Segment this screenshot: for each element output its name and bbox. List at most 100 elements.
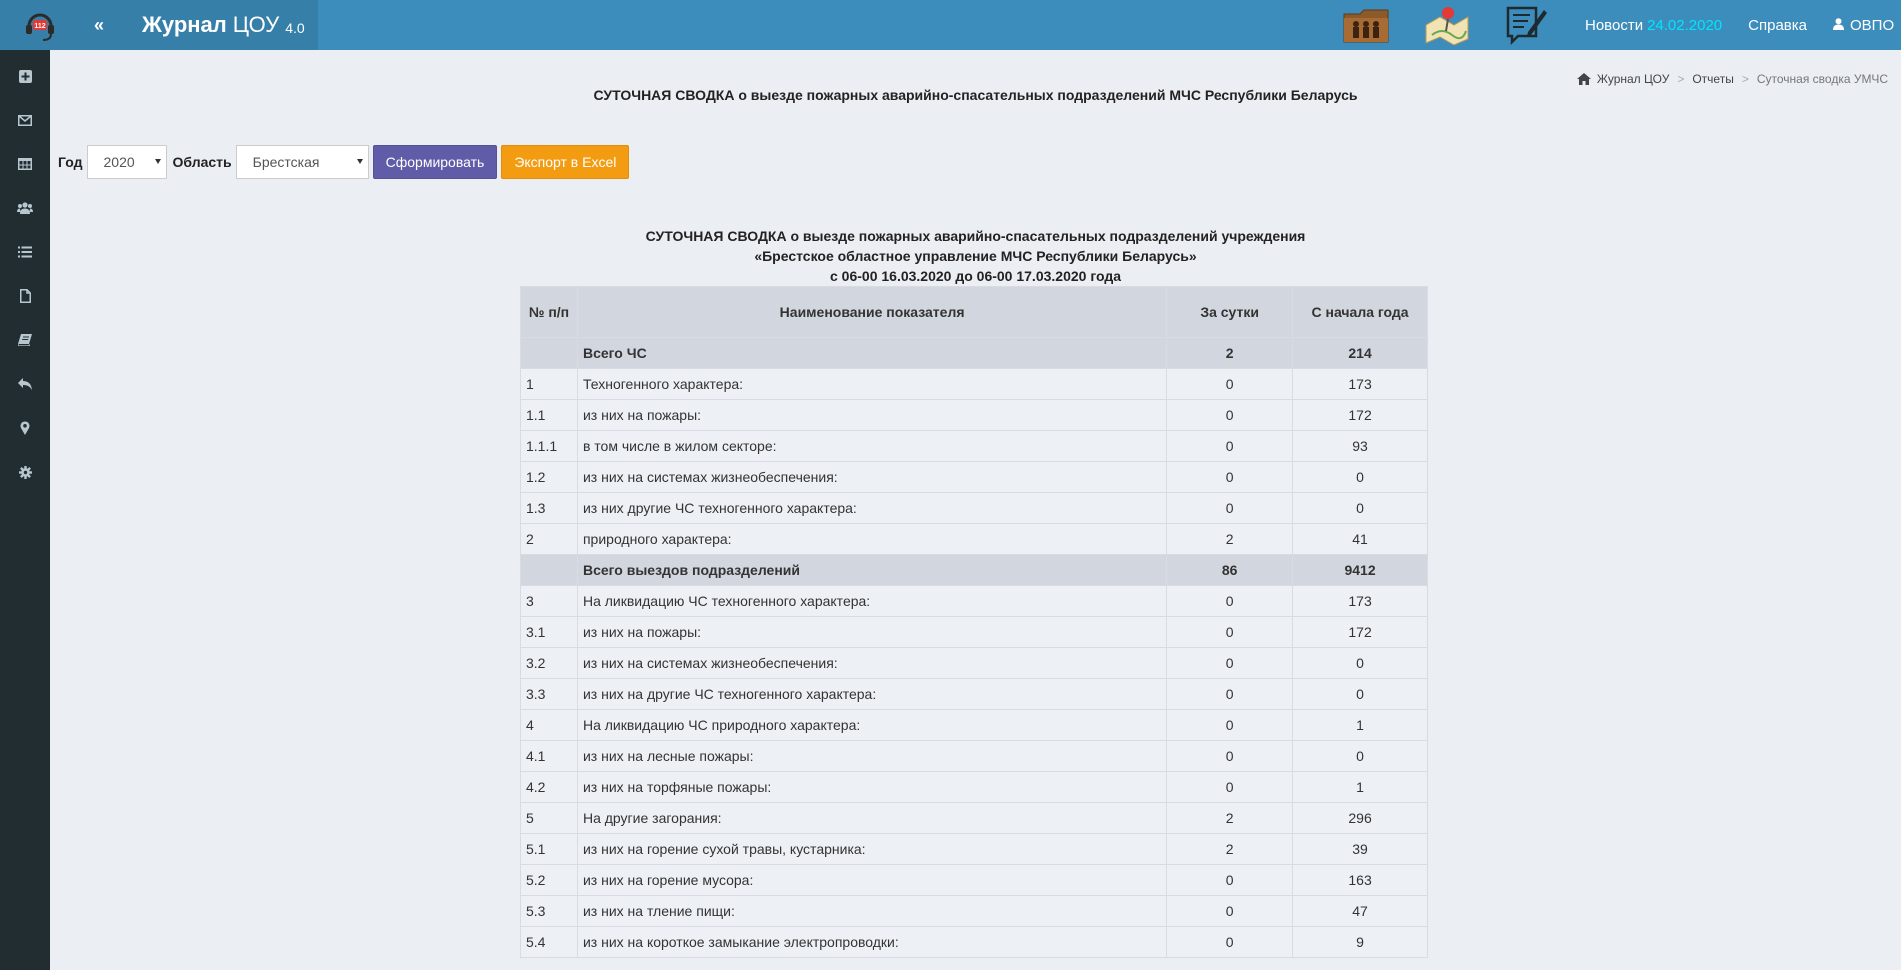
cell-name: из них на системах жизнеобеспечения: xyxy=(576,461,1168,493)
cell-name: На ликвидацию ЧС техногенного характера: xyxy=(576,585,1168,617)
col-header-year: С начала года xyxy=(1292,286,1428,338)
news-link[interactable]: Новости 24.02.2020 xyxy=(1585,17,1722,34)
document-edit-icon[interactable] xyxy=(1500,3,1552,47)
breadcrumb-reports[interactable]: Отчеты xyxy=(1692,72,1733,86)
cell-day: 0 xyxy=(1166,678,1294,710)
cell-number: 4.2 xyxy=(520,771,578,803)
cell-year: 172 xyxy=(1292,399,1428,431)
news-date: 24.02.2020 xyxy=(1647,16,1723,34)
table-row: 3.3 из них на другие ЧС техногенного хара… xyxy=(520,678,1428,710)
cell-name: Всего ЧС xyxy=(576,337,1168,369)
cell-year: 1 xyxy=(1292,771,1428,803)
sidebar-item-list[interactable] xyxy=(0,230,50,274)
cell-day: 0 xyxy=(1166,647,1294,679)
cell-name: из них на горение мусора: xyxy=(576,864,1168,896)
col-header-name: Наименование показателя xyxy=(576,286,1168,338)
cell-name: в том числе в жилом секторе: xyxy=(576,430,1168,462)
user-menu[interactable]: ОВПО xyxy=(1833,17,1894,34)
cell-year: 47 xyxy=(1292,895,1428,927)
sidebar-item-users[interactable] xyxy=(0,186,50,230)
cell-day: 2 xyxy=(1166,337,1294,369)
generate-button[interactable]: Сформировать xyxy=(372,145,498,179)
cell-day: 0 xyxy=(1166,399,1294,431)
cell-name: На другие загорания: xyxy=(576,802,1168,834)
cell-day: 0 xyxy=(1166,740,1294,772)
cell-year: 93 xyxy=(1292,430,1428,462)
cell-year: 0 xyxy=(1292,647,1428,679)
sidebar-toggle-button[interactable]: « xyxy=(80,0,118,50)
year-select-value: 2020 xyxy=(103,154,135,170)
table-row: Всего выездов подразделений 86 9412 xyxy=(520,554,1428,586)
table-row: 4.1 из них на лесные пожары: 0 0 xyxy=(520,740,1428,772)
cell-number: 5.4 xyxy=(520,926,578,958)
cell-number: 5.2 xyxy=(520,864,578,896)
sidebar-item-reply[interactable] xyxy=(0,362,50,406)
table-row: 5.2 из них на горение мусора: 0 163 xyxy=(520,864,1428,896)
cell-year: 1 xyxy=(1292,709,1428,741)
cell-number: 4 xyxy=(520,709,578,741)
cell-day: 0 xyxy=(1166,461,1294,493)
table-row: 1 Техногенного характера: 0 173 xyxy=(520,368,1428,400)
breadcrumb-home[interactable]: Журнал ЦОУ xyxy=(1597,72,1669,86)
breadcrumb-separator: > xyxy=(1741,72,1749,86)
help-link[interactable]: Справка xyxy=(1748,17,1807,34)
brand-title[interactable]: Журнал ЦОУ 4.0 xyxy=(118,0,318,50)
cell-number: 1.1.1 xyxy=(520,430,578,462)
sidebar-item-table[interactable] xyxy=(0,142,50,186)
cell-name: из них на лесные пожары: xyxy=(576,740,1168,772)
cell-day: 86 xyxy=(1166,554,1294,586)
brand-bold: Журнал xyxy=(142,12,227,37)
year-select[interactable]: 2020 xyxy=(86,145,167,179)
gear-icon xyxy=(18,465,32,479)
table-row: 4 На ликвидацию ЧС природного характера: 0… xyxy=(520,709,1428,741)
cell-name: Техногенного характера: xyxy=(576,368,1168,400)
breadcrumb-current: Суточная сводка УМЧС xyxy=(1756,72,1888,86)
list-icon xyxy=(18,246,32,258)
report-heading-line2: «Брестское областное управление МЧС Респ… xyxy=(754,248,1197,264)
envelope-icon xyxy=(18,114,32,126)
region-select[interactable]: Брестская xyxy=(235,145,369,179)
brand-version: 4.0 xyxy=(285,20,305,36)
cell-number: 3.1 xyxy=(520,616,578,648)
cell-day: 2 xyxy=(1166,523,1294,555)
table-row: 1.3 из них другие ЧС техногенного характе… xyxy=(520,492,1428,524)
cell-year: 172 xyxy=(1292,616,1428,648)
top-navbar: 112 « Журнал ЦОУ 4.0 Новости 24.02.2020 … xyxy=(0,0,1901,50)
table-row: 3 На ликвидацию ЧС техногенного характера… xyxy=(520,585,1428,617)
cell-name: из них на пожары: xyxy=(576,616,1168,648)
cell-number: 1.1 xyxy=(520,399,578,431)
app-logo[interactable]: 112 xyxy=(0,0,80,50)
cell-year: 296 xyxy=(1292,802,1428,834)
breadcrumb: Журнал ЦОУ > Отчеты > Суточная сводка УМ… xyxy=(1576,72,1888,86)
cell-year: 0 xyxy=(1292,678,1428,710)
table-row: 1.1.1 в том числе в жилом секторе: 0 93 xyxy=(520,430,1428,462)
cell-year: 0 xyxy=(1292,492,1428,524)
cell-year: 173 xyxy=(1292,585,1428,617)
cell-number xyxy=(520,337,578,369)
export-excel-button[interactable]: Экспорт в Excel xyxy=(501,145,630,179)
sidebar-item-book[interactable] xyxy=(0,318,50,362)
sidebar-item-file[interactable] xyxy=(0,274,50,318)
report-heading-line3: с 06-00 16.03.2020 до 06-00 17.03.2020 г… xyxy=(830,268,1121,284)
map-pin-icon[interactable] xyxy=(1420,3,1472,47)
cell-number: 4.1 xyxy=(520,740,578,772)
table-row: 1.1 из них на пожары: 0 172 xyxy=(520,399,1428,431)
sidebar-item-settings[interactable] xyxy=(0,450,50,494)
cell-name: Всего выездов подразделений xyxy=(576,554,1168,586)
cell-number: 2 xyxy=(520,523,578,555)
report-heading: СУТОЧНАЯ СВОДКА о выезде пожарных аварий… xyxy=(50,226,1901,286)
table-row: 4.2 из них на торфяные пожары: 0 1 xyxy=(520,771,1428,803)
cell-name: из них на торфяные пожары: xyxy=(576,771,1168,803)
sidebar-item-add[interactable] xyxy=(0,54,50,98)
region-label: Область xyxy=(172,154,232,170)
cell-name: На ликвидацию ЧС природного характера: xyxy=(576,709,1168,741)
folder-people-icon[interactable] xyxy=(1340,3,1392,47)
sidebar-item-mail[interactable] xyxy=(0,98,50,142)
table-row: Всего ЧС 2 214 xyxy=(520,337,1428,369)
sidebar-item-map[interactable] xyxy=(0,406,50,450)
cell-year: 173 xyxy=(1292,368,1428,400)
cell-name: из них на короткое замыкание электропров… xyxy=(576,926,1168,958)
table-row: 1.2 из них на системах жизнеобеспечения: 0… xyxy=(520,461,1428,493)
headset-logo-icon: 112 xyxy=(26,13,54,41)
table-row: 3.1 из них на пожары: 0 172 xyxy=(520,616,1428,648)
